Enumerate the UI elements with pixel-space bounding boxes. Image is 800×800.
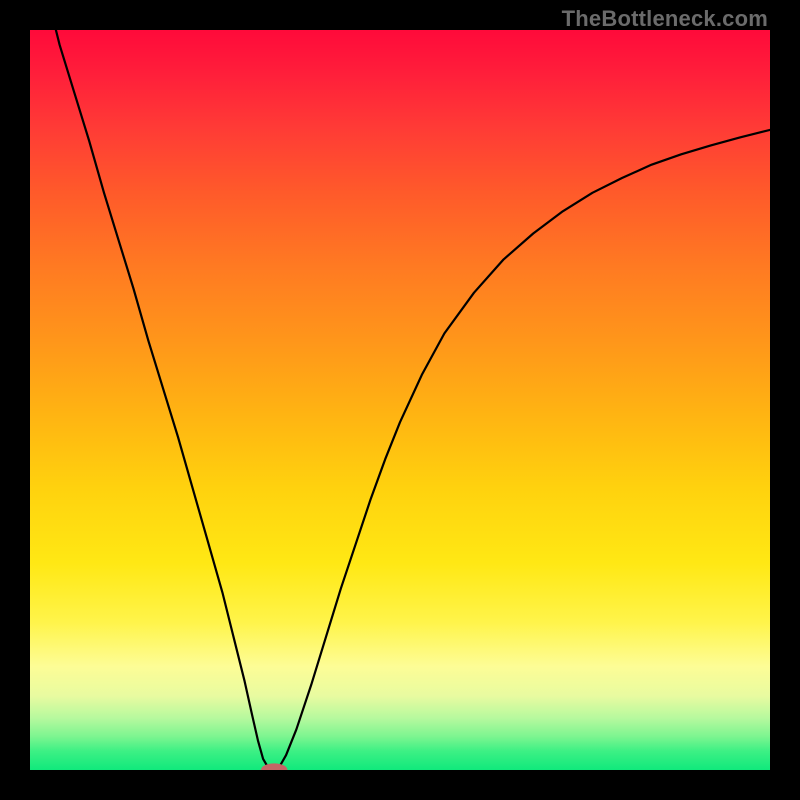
min-marker xyxy=(261,763,288,770)
bottleneck-curve xyxy=(52,30,770,769)
chart-svg xyxy=(30,30,770,770)
watermark-text: TheBottleneck.com xyxy=(562,6,768,32)
chart-frame: TheBottleneck.com xyxy=(0,0,800,800)
plot-area xyxy=(30,30,770,770)
